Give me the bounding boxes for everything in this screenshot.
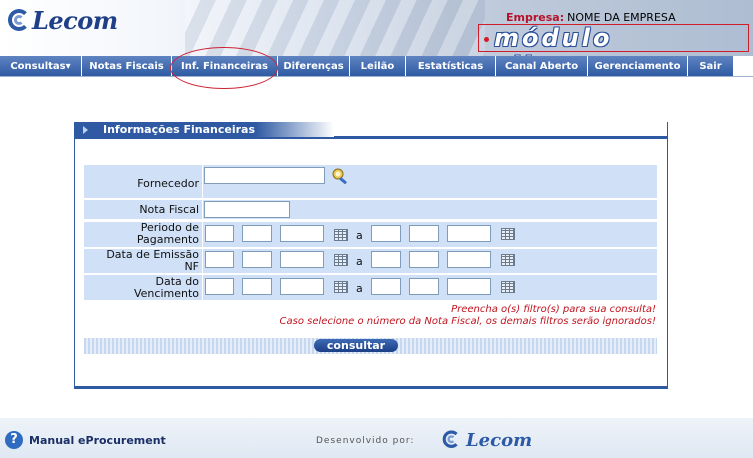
emissao-label-line1: Data de Emissão [106, 248, 199, 261]
manual-link[interactable]: Manual eProcurement [29, 434, 166, 447]
periodo-label: Periodo de Pagamento [84, 222, 199, 246]
developed-by-label: Desenvolvido por: [316, 436, 415, 446]
nota-fiscal-input[interactable] [204, 201, 290, 218]
nav-sair[interactable]: Sair [688, 56, 734, 76]
fornecedor-input[interactable] [204, 167, 325, 184]
periodo-fim-mes-input[interactable] [409, 225, 439, 242]
row-separator [202, 165, 203, 198]
footer-lecom-logo: Lecom [440, 426, 532, 454]
consultar-button[interactable]: consultar [314, 339, 398, 352]
empresa-value: NOME DA EMPRESA [567, 11, 676, 24]
nav-leilao[interactable]: Leilão [350, 56, 406, 76]
range-separator: a [356, 282, 363, 295]
row-fornecedor: Fornecedor [84, 165, 657, 198]
periodo-inicio-ano-input[interactable] [280, 225, 324, 242]
panel-title: Informações Financeiras [74, 122, 334, 137]
footer-brand-name: Lecom [466, 429, 533, 451]
filter-hint: Preencha o(s) filtro(s) para sua consult… [451, 304, 656, 315]
search-fornecedor-icon[interactable] [332, 167, 350, 185]
emissao-inicio-mes-input[interactable] [242, 251, 272, 268]
emissao-inicio-ano-input[interactable] [280, 251, 324, 268]
fornecedor-label: Fornecedor [137, 177, 199, 190]
nota-fiscal-warning: Caso selecione o número da Nota Fiscal, … [279, 316, 656, 327]
lecom-logo-icon [8, 7, 34, 35]
periodo-fim-dia-input[interactable] [371, 225, 401, 242]
row-separator [202, 222, 203, 247]
row-separator [202, 275, 203, 300]
emissao-fim-ano-input[interactable] [447, 251, 491, 268]
arrow-right-icon [83, 126, 88, 134]
nav-gerenciamento[interactable]: Gerenciamento [588, 56, 688, 76]
nav-highlight-circle [170, 47, 278, 89]
vencimento-fim-mes-input[interactable] [409, 278, 439, 295]
calendar-icon[interactable] [501, 281, 515, 293]
vencimento-inicio-mes-input[interactable] [242, 278, 272, 295]
nav-consultas[interactable]: Consultas▾ [0, 56, 82, 76]
emissao-fim-mes-input[interactable] [409, 251, 439, 268]
nav-estatisticas[interactable]: Estatísticas [406, 56, 496, 76]
emissao-label: Data de Emissão NF [84, 249, 199, 273]
range-separator: a [356, 255, 363, 268]
nav-notas-fiscais[interactable]: Notas Fiscais [82, 56, 172, 76]
periodo-label-line2: Pagamento [136, 233, 199, 246]
bullet-icon [484, 37, 489, 42]
vencimento-label-line2: Vencimento [133, 287, 199, 300]
empresa-label: Empresa: [506, 11, 565, 24]
emissao-inicio-dia-input[interactable] [205, 251, 234, 268]
calendar-icon[interactable] [334, 254, 348, 266]
calendar-icon[interactable] [501, 228, 515, 240]
emissao-label-line2: NF [184, 260, 199, 273]
help-icon[interactable]: ? [5, 431, 23, 449]
vencimento-label: Data do Vencimento [84, 276, 199, 300]
periodo-inicio-dia-input[interactable] [205, 225, 234, 242]
nav-diferencas[interactable]: Diferenças [278, 56, 350, 76]
calendar-icon[interactable] [501, 254, 515, 266]
calendar-icon[interactable] [334, 229, 348, 241]
main-nav: Consultas▾ Notas Fiscais Inf. Financeira… [0, 56, 753, 77]
row-separator [202, 200, 203, 219]
periodo-inicio-mes-input[interactable] [242, 225, 272, 242]
row-nota-fiscal: Nota Fiscal [84, 200, 657, 219]
row-separator [202, 249, 203, 273]
lecom-logo-icon [442, 429, 464, 451]
brand-name: Lecom [32, 6, 118, 35]
vencimento-fim-ano-input[interactable] [447, 278, 491, 295]
emissao-fim-dia-input[interactable] [371, 251, 401, 268]
nota-fiscal-label: Nota Fiscal [139, 203, 199, 216]
vencimento-fim-dia-input[interactable] [371, 278, 401, 295]
vencimento-inicio-dia-input[interactable] [205, 278, 234, 295]
lecom-logo: Lecom [8, 6, 118, 35]
nav-canal-aberto[interactable]: Canal Aberto [496, 56, 588, 76]
periodo-fim-ano-input[interactable] [447, 225, 491, 242]
range-separator: a [356, 229, 363, 242]
calendar-icon[interactable] [334, 281, 348, 293]
empresa-info: Empresa: NOME DA EMPRESA [506, 11, 676, 24]
vencimento-inicio-ano-input[interactable] [280, 278, 324, 295]
